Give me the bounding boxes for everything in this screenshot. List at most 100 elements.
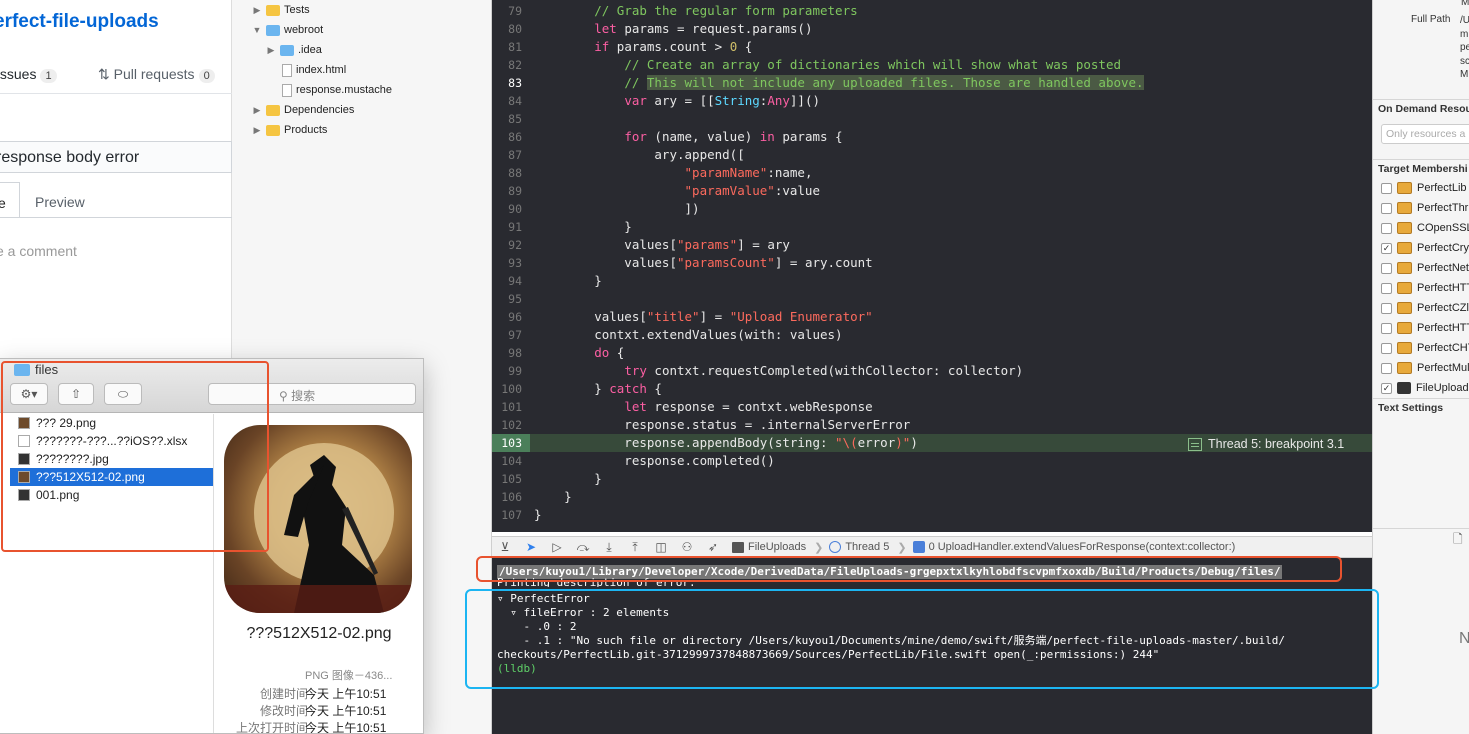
target-membership-row[interactable]: PerfectMul	[1381, 358, 1469, 378]
tab-preview[interactable]: Preview	[35, 194, 85, 210]
lldb-prompt[interactable]: (lldb)	[497, 662, 537, 676]
disclosure-closed-icon[interactable]: ▶	[252, 5, 262, 16]
continue-icon[interactable]: ▷	[544, 537, 570, 557]
tab-write[interactable]: e	[0, 182, 20, 218]
code-line[interactable]: 105 }	[492, 470, 1372, 488]
target-membership-row[interactable]: PerfectCHT	[1381, 338, 1469, 358]
comment-textarea[interactable]: e a comment	[0, 217, 232, 337]
checkbox-checked[interactable]: ✓	[1381, 382, 1392, 394]
nav-item-webroot[interactable]: ▼ webroot	[252, 20, 324, 40]
checkbox-unchecked[interactable]	[1381, 302, 1392, 314]
nav-item-index-html[interactable]: index.html	[282, 60, 346, 80]
hide-debug-area-icon[interactable]: ⊻	[492, 537, 518, 557]
code-line[interactable]: 101 let response = contxt.webResponse	[492, 398, 1372, 416]
code-line[interactable]: 81 if params.count > 0 {	[492, 38, 1372, 56]
nav-item-idea[interactable]: ▶ .idea	[266, 40, 322, 60]
code-line[interactable]: 87 ary.append([	[492, 146, 1372, 164]
target-membership-row[interactable]: PerfectHTT	[1381, 278, 1469, 298]
code-line[interactable]: 82 // Create an array of dictionaries wh…	[492, 56, 1372, 74]
code-line[interactable]: 92 values["params"] = ary	[492, 236, 1372, 254]
file-template-icon[interactable]: 🗋	[1453, 530, 1463, 551]
code-line[interactable]: 89 "paramValue":value	[492, 182, 1372, 200]
breakpoint-marker[interactable]: 103	[492, 434, 530, 452]
target-membership-row[interactable]: COpenSSL	[1381, 218, 1469, 238]
code-line[interactable]: 90 ])	[492, 200, 1372, 218]
checkbox-unchecked[interactable]	[1381, 182, 1392, 194]
code-line[interactable]: 98 do {	[492, 344, 1372, 362]
source-editor[interactable]: 79 // Grab the regular form parameters 8…	[492, 0, 1372, 532]
code-line[interactable]: 106 }	[492, 488, 1372, 506]
repo-title-link[interactable]: erfect-file-uploads	[0, 11, 159, 33]
file-list-row[interactable]: ??? 29.png	[10, 414, 213, 432]
nav-item-products[interactable]: ▶ Products	[252, 120, 328, 140]
file-list-row[interactable]: ???????-???...??iOS??.xlsx	[10, 432, 213, 450]
step-into-icon[interactable]: ⤓	[596, 537, 622, 557]
disclosure-closed-icon[interactable]: ▶	[266, 45, 276, 56]
crumb-thread[interactable]: Thread 5 ❯	[829, 541, 907, 554]
step-over-icon[interactable]: ⤼	[570, 537, 596, 557]
code-line[interactable]: 94 }	[492, 272, 1372, 290]
code-line[interactable]: 104 response.completed()	[492, 452, 1372, 470]
code-line[interactable]: 86 for (name, value) in params {	[492, 128, 1372, 146]
step-out-icon[interactable]: ⤒	[622, 537, 648, 557]
target-membership-row[interactable]: ✓ PerfectCry	[1381, 238, 1469, 258]
disclosure-open-icon[interactable]: ▼	[252, 25, 262, 35]
simulate-location-icon[interactable]: ➶	[700, 537, 726, 557]
checkbox-unchecked[interactable]	[1381, 322, 1392, 334]
checkbox-unchecked[interactable]	[1381, 342, 1392, 354]
full-path-line: sc	[1460, 55, 1469, 67]
crumb-target[interactable]: FileUploads ❯	[732, 541, 823, 554]
code-line[interactable]: 80 let params = request.params()	[492, 20, 1372, 38]
code-line[interactable]: 93 values["paramsCount"] = ary.count	[492, 254, 1372, 272]
code-line[interactable]: 95	[492, 290, 1372, 308]
issue-title-input[interactable]: response body error	[0, 141, 232, 173]
checkbox-unchecked[interactable]	[1381, 362, 1392, 374]
code-line[interactable]: 107}	[492, 506, 1372, 524]
file-list-row[interactable]: 001.png	[10, 486, 213, 504]
code-line[interactable]: 97 contxt.extendValues(with: values)	[492, 326, 1372, 344]
finder-search-field[interactable]: ⚲ 搜索	[208, 383, 416, 405]
search-placeholder: 搜索	[291, 389, 316, 403]
tags-button[interactable]: ⬭	[104, 383, 142, 405]
action-menu-button[interactable]: ⚙▾	[10, 383, 48, 405]
target-membership-row[interactable]: PerfectHTT	[1381, 318, 1469, 338]
checkbox-checked[interactable]: ✓	[1381, 242, 1392, 254]
memory-graph-icon[interactable]: ⚇	[674, 537, 700, 557]
target-membership-row[interactable]: PerfectThr	[1381, 198, 1468, 218]
share-button[interactable]: ⇧	[58, 383, 94, 405]
target-membership-row[interactable]: PerfectNet	[1381, 258, 1469, 278]
code-line[interactable]: 99 try contxt.requestCompleted(withColle…	[492, 362, 1372, 380]
code-line[interactable]: 84 var ary = [[String:Any]]()	[492, 92, 1372, 110]
target-membership-row[interactable]: ✓ FileUpload	[1381, 378, 1469, 398]
disclosure-closed-icon[interactable]: ▶	[252, 105, 262, 116]
checkbox-unchecked[interactable]	[1381, 262, 1392, 274]
file-list-row[interactable]: ????????.jpg	[10, 450, 213, 468]
code-line[interactable]: 91 }	[492, 218, 1372, 236]
file-list-row[interactable]: ???512X512-02.png	[10, 468, 213, 486]
checkbox-unchecked[interactable]	[1381, 222, 1392, 234]
on-demand-tags-input[interactable]: Only resources a	[1381, 124, 1469, 144]
nav-item-tests[interactable]: ▶ Tests	[252, 0, 310, 20]
tab-issues[interactable]: Issues 1	[0, 66, 57, 83]
code-line[interactable]: 96 values["title"] = "Upload Enumerator"	[492, 308, 1372, 326]
debug-console[interactable]: /Users/kuyou1/Library/Developer/Xcode/De…	[492, 558, 1372, 734]
target-membership-row[interactable]: PerfectLib	[1381, 178, 1467, 198]
target-membership-row[interactable]: PerfectCZl	[1381, 298, 1469, 318]
disclosure-closed-icon[interactable]: ▶	[252, 125, 262, 136]
view-hierarchy-icon[interactable]: ◫	[648, 537, 674, 557]
nav-item-response-mustache[interactable]: response.mustache	[282, 80, 392, 100]
code-line[interactable]: 85	[492, 110, 1372, 128]
code-line[interactable]: 100 } catch {	[492, 380, 1372, 398]
code-line[interactable]: 88 "paramName":name,	[492, 164, 1372, 182]
code-line[interactable]: 79 // Grab the regular form parameters	[492, 2, 1372, 20]
line-number: 101	[501, 400, 522, 414]
code-line[interactable]: 83 // This will not include any uploaded…	[492, 74, 1372, 92]
code-line[interactable]: 102 response.status = .internalServerErr…	[492, 416, 1372, 434]
crumb-frame[interactable]: 0 UploadHandler.extendValuesForResponse(…	[912, 541, 1235, 553]
checkbox-unchecked[interactable]	[1381, 282, 1392, 294]
framework-target-icon	[1397, 322, 1412, 334]
tab-pull-requests[interactable]: ⇅ Pull requests 0	[98, 66, 215, 83]
breakpoints-toggle-icon[interactable]: ➤	[518, 537, 544, 557]
checkbox-unchecked[interactable]	[1381, 202, 1392, 214]
nav-item-dependencies[interactable]: ▶ Dependencies	[252, 100, 355, 120]
